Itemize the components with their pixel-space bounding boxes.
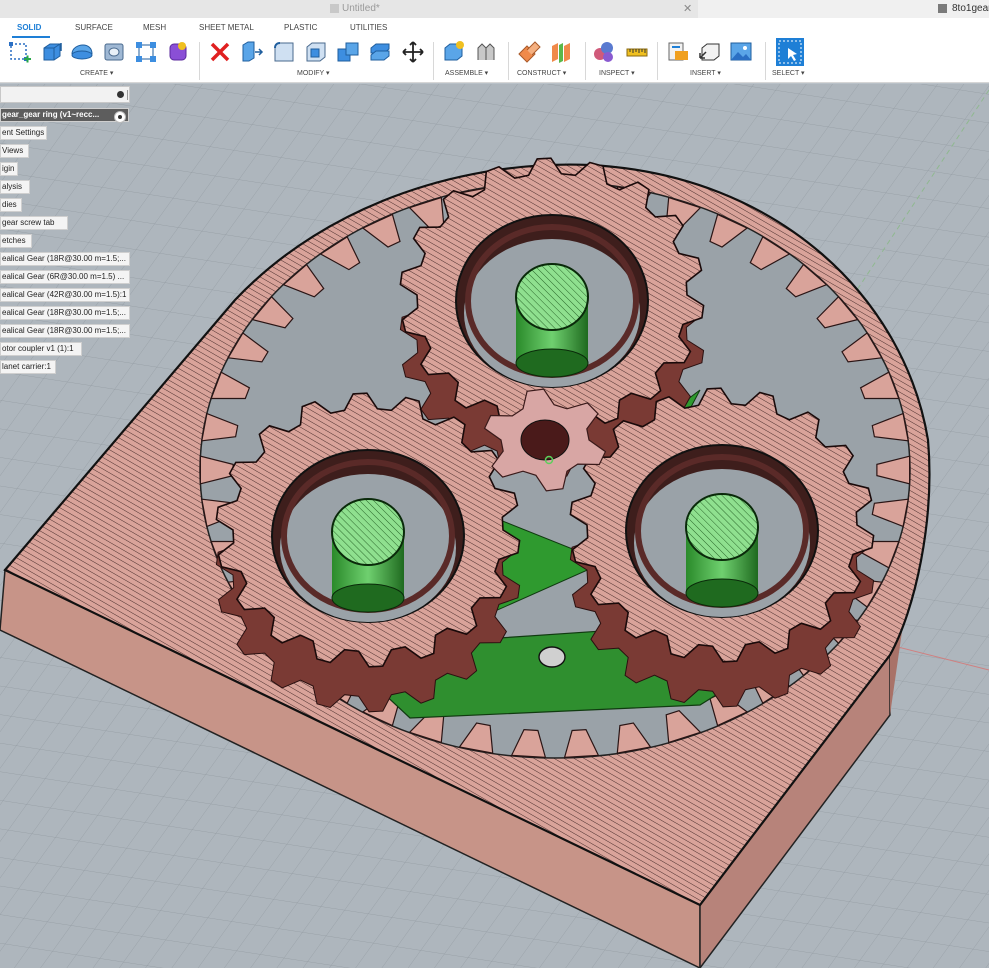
browser-item[interactable]: gear screw tab — [0, 216, 68, 230]
divider — [199, 42, 200, 80]
tab-utilities[interactable]: UTILITIES — [350, 23, 387, 32]
document-icon — [938, 4, 947, 13]
insert-mcmaster-icon[interactable] — [666, 40, 690, 64]
tab-mesh[interactable]: MESH — [143, 23, 166, 32]
shell-icon[interactable] — [304, 40, 328, 64]
model-viewport[interactable] — [0, 84, 989, 968]
browser-item[interactable]: ealical Gear (6R@30.00 m=1.5) ... — [0, 270, 130, 284]
measure-icon[interactable] — [625, 40, 649, 64]
joint-icon[interactable] — [474, 40, 498, 64]
browser-item[interactable]: ealical Gear (18R@30.00 m=1.5;... — [0, 324, 130, 338]
browser-item[interactable]: etches — [0, 234, 32, 248]
browser-item[interactable]: lanet carrier:1 — [0, 360, 56, 374]
activate-radio-icon[interactable] — [114, 111, 126, 123]
carrier-pin-base — [515, 348, 589, 378]
construct-group-label[interactable]: CONSTRUCT ▾ — [517, 69, 566, 77]
browser-item[interactable]: igin — [0, 162, 18, 176]
divider — [765, 42, 766, 80]
interference-icon[interactable] — [592, 40, 616, 64]
hole-icon[interactable] — [102, 40, 126, 64]
midplane-icon[interactable] — [549, 40, 573, 64]
create-group-label[interactable]: CREATE ▾ — [80, 69, 113, 77]
fillet-icon[interactable] — [272, 40, 296, 64]
tab-plastic[interactable]: PLASTIC — [284, 23, 317, 32]
carrier-pin-base — [331, 583, 405, 613]
insert-derive-icon[interactable] — [698, 40, 722, 64]
divider — [508, 42, 509, 80]
browser-header — [0, 86, 130, 103]
browser-item[interactable]: Views — [0, 144, 29, 158]
insert-canvas-icon[interactable] — [729, 40, 753, 64]
browser-item[interactable]: ent Settings — [0, 126, 47, 140]
carrier-pin-top — [685, 493, 759, 561]
inspect-group-label[interactable]: INSPECT ▾ — [599, 69, 635, 77]
tab-sheet-metal[interactable]: SHEET METAL — [199, 23, 254, 32]
toolbar-ribbon: SOLID SURFACE MESH SHEET METAL PLASTIC U… — [0, 18, 989, 83]
pin-icon[interactable] — [127, 90, 128, 100]
divider — [657, 42, 658, 80]
close-icon[interactable]: ✕ — [683, 2, 692, 15]
divider — [433, 42, 434, 80]
carrier-pin-top — [331, 498, 405, 566]
assemble-group-label[interactable]: ASSEMBLE ▾ — [445, 69, 488, 77]
new-component-icon[interactable] — [442, 40, 466, 64]
select-group-label[interactable]: SELECT ▾ — [772, 69, 805, 77]
document-tab-title: Untitled* — [342, 3, 380, 14]
active-tab-indicator — [12, 36, 50, 38]
document-icon — [330, 4, 339, 13]
tab-solid[interactable]: SOLID — [17, 23, 41, 32]
split-icon[interactable] — [368, 40, 392, 64]
browser-item[interactable]: ealical Gear (18R@30.00 m=1.5;... — [0, 306, 130, 320]
press-pull-icon[interactable] — [240, 40, 264, 64]
browser-item[interactable]: alysis — [0, 180, 30, 194]
browser-item[interactable]: otor coupler v1 (1):1 — [0, 342, 82, 356]
browser-root-item[interactable]: gear_gear ring (v1~recc... — [0, 108, 129, 122]
document-tab[interactable]: Untitled* ✕ — [0, 0, 698, 19]
collapse-icon[interactable] — [117, 91, 124, 98]
carrier-pin-base — [685, 578, 759, 608]
modify-group-label[interactable]: MODIFY ▾ — [297, 69, 330, 77]
second-document-tab[interactable]: 8to1gear — [952, 3, 989, 14]
combine-icon[interactable] — [336, 40, 360, 64]
extrude-icon[interactable] — [40, 40, 64, 64]
tab-surface[interactable]: SURFACE — [75, 23, 113, 32]
pattern-icon[interactable] — [134, 40, 158, 64]
insert-group-label[interactable]: INSERT ▾ — [690, 69, 721, 77]
divider — [585, 42, 586, 80]
carrier-pin-top — [515, 263, 589, 331]
create-sketch-icon[interactable] — [8, 40, 32, 64]
browser-item[interactable]: ealical Gear (18R@30.00 m=1.5;... — [0, 252, 130, 266]
title-bar: ↶ ▾ ↷ ▾ Untitled* ✕ 8to1gear — [0, 0, 989, 19]
form-icon[interactable] — [166, 40, 190, 64]
revolve-icon[interactable] — [70, 40, 94, 64]
select-icon[interactable] — [776, 38, 804, 66]
carrier-hole — [538, 646, 566, 668]
delete-icon[interactable] — [208, 40, 232, 64]
move-icon[interactable] — [401, 40, 425, 64]
browser-item[interactable]: ealical Gear (42R@30.00 m=1.5):1 — [0, 288, 130, 302]
browser-item[interactable]: dies — [0, 198, 22, 212]
offset-plane-icon[interactable] — [517, 40, 541, 64]
